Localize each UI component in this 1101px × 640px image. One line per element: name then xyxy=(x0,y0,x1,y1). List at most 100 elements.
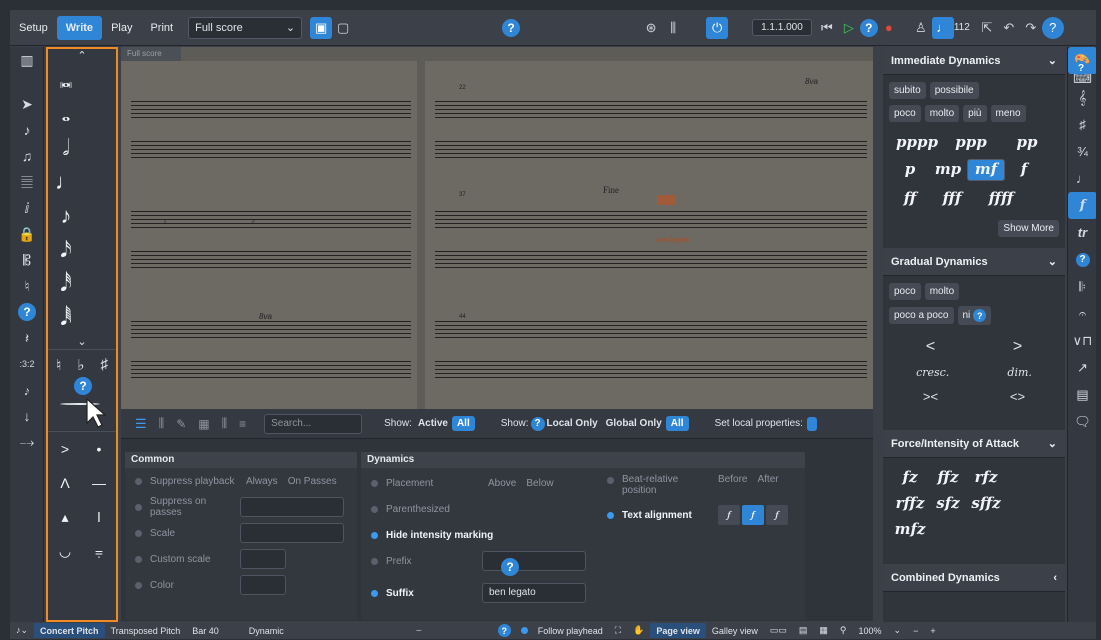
natural-icon[interactable]: ♮ xyxy=(56,356,61,374)
toggle-dot[interactable] xyxy=(135,503,142,511)
gradual-dynamics-header[interactable]: Gradual Dynamics ⌄ xyxy=(883,248,1065,276)
combined-header[interactable]: Combined Dynamics ‹ xyxy=(883,564,1065,592)
align-center-icon[interactable]: 𝆑 xyxy=(742,505,764,525)
tenuto-staccato-icon[interactable]: ⩦ xyxy=(82,534,116,568)
dyn-mp[interactable]: mp xyxy=(929,160,967,178)
dyn-pp[interactable]: pp xyxy=(999,133,1055,151)
record-icon[interactable]: ● xyxy=(878,17,900,39)
dyn-ff[interactable]: ff xyxy=(891,189,929,207)
immediate-dynamics-header[interactable]: Immediate Dynamics ⌄ xyxy=(883,47,1065,75)
tempo-icon[interactable]: ♩ xyxy=(1068,165,1096,192)
transposed-pitch-toggle[interactable]: Transposed Pitch xyxy=(105,623,187,638)
layout-select[interactable]: Full score ⌄ xyxy=(188,16,303,39)
toggle-dot[interactable] xyxy=(135,555,142,563)
breve-icon[interactable]: 𝅜 xyxy=(49,63,83,97)
staccato-icon[interactable]: • xyxy=(82,432,116,466)
frame-icon[interactable]: ⛶ xyxy=(609,623,627,638)
dyn-sfz[interactable]: sfz xyxy=(929,494,967,512)
bars-icon[interactable]: ⫼ xyxy=(159,416,165,431)
above-option[interactable]: Above xyxy=(482,478,522,489)
chip-possibile[interactable]: possibile xyxy=(929,82,979,99)
eighth-note-icon[interactable]: ♪ xyxy=(49,199,83,233)
dyn-ffz[interactable]: ffz xyxy=(929,468,967,486)
comment-icon[interactable]: 🗨 xyxy=(1068,408,1096,435)
messa-di-voce-icon[interactable]: >< xyxy=(923,389,938,404)
undo-icon[interactable]: ↶ xyxy=(998,17,1020,39)
chip-poco-a-poco[interactable]: poco a poco xyxy=(889,307,954,325)
cresc-text[interactable]: cresc. xyxy=(916,366,949,379)
cresc-hairpin-icon[interactable]: < xyxy=(926,338,935,356)
layout-icon[interactable]: ▤ xyxy=(793,623,814,638)
dyn-fff[interactable]: fff xyxy=(929,189,975,207)
insert-icon[interactable]: ♫ xyxy=(10,143,44,169)
toggle-dot[interactable] xyxy=(607,477,614,484)
note-icon[interactable]: ♪⌄ xyxy=(10,623,34,638)
follow-playhead-toggle[interactable]: Follow playhead xyxy=(532,623,609,638)
chord-icon[interactable]: 𝄚 xyxy=(10,169,44,195)
brush-icon[interactable]: ✎ xyxy=(176,417,186,431)
zoom-select-icon[interactable]: ⌄ xyxy=(888,623,908,638)
whole-note-icon[interactable]: 𝅝 xyxy=(49,97,83,131)
power-icon[interactable]: ⏻ xyxy=(706,16,729,39)
align-left-icon[interactable]: 𝆑 xyxy=(718,505,740,525)
chip-poco[interactable]: poco xyxy=(889,105,921,122)
grid-icon[interactable]: ▦ xyxy=(813,623,834,638)
popout-icon[interactable]: ⇱ xyxy=(976,17,998,39)
repeats-icon[interactable]: 𝄆 xyxy=(1068,273,1096,300)
palette-icon[interactable]: 🎨? xyxy=(1068,47,1096,75)
selected-dynamic[interactable] xyxy=(657,195,675,205)
toggle-dot[interactable] xyxy=(371,557,378,565)
dyn-mf[interactable]: mf xyxy=(967,159,1005,181)
page-view-toggle[interactable]: Page view xyxy=(650,623,706,638)
score-tab[interactable]: Full score xyxy=(121,47,181,61)
tempo-icon[interactable]: ♩ xyxy=(931,16,954,39)
window-icon[interactable]: ▢ xyxy=(332,17,354,39)
dim-text[interactable]: dim. xyxy=(1007,366,1032,379)
toggle-dot[interactable] xyxy=(135,581,142,589)
set-local-toggle[interactable] xyxy=(806,416,817,431)
toggle-dot[interactable] xyxy=(135,477,142,485)
chip-piu[interactable]: più xyxy=(963,105,987,122)
ratio-icon[interactable]: :3:2 xyxy=(10,351,44,377)
grace-note-icon[interactable]: 𝆔 xyxy=(10,377,44,403)
stress-icon[interactable]: ǀ xyxy=(82,500,116,534)
local-only-option[interactable]: Local Only xyxy=(547,418,598,429)
32nd-note-icon[interactable]: 𝅘𝅥𝅰 xyxy=(49,267,83,301)
before-option[interactable]: Before xyxy=(712,474,753,485)
lock-icon[interactable]: 🔒 xyxy=(10,221,44,247)
64th-note-icon[interactable]: 𝅘𝅥𝅱 xyxy=(49,301,83,335)
dynamics-icon[interactable]: f xyxy=(1068,192,1096,219)
dyn-rffz[interactable]: rffz xyxy=(891,494,929,512)
color-field[interactable] xyxy=(240,575,286,595)
chip-molto[interactable]: molto xyxy=(924,105,960,122)
video-icon[interactable]: ⊛ xyxy=(640,17,662,39)
spread-icon[interactable]: ▭▭ xyxy=(764,623,793,638)
chevron-up-icon[interactable]: ⌃ xyxy=(48,49,116,63)
dyn-fz[interactable]: fz xyxy=(891,468,929,486)
niente-hairpin-icon[interactable]: <> xyxy=(1010,389,1025,404)
quarter-note-icon[interactable]: ♩ xyxy=(49,165,83,199)
select-tool-icon[interactable]: ➤ xyxy=(10,91,44,117)
key-signature-icon[interactable]: ♯ xyxy=(1068,111,1096,138)
slash-icon[interactable]: ⤍ xyxy=(10,429,44,455)
sixteenth-note-icon[interactable]: 𝅘𝅥𝅯 xyxy=(49,233,83,267)
list-icon[interactable]: ☰ xyxy=(135,416,147,432)
help-icon[interactable]: ? xyxy=(1041,16,1064,39)
keyboard-icon[interactable]: ⌨ xyxy=(1068,71,1096,86)
stem-icon[interactable]: ↓ xyxy=(10,403,44,429)
notations-icon[interactable]: ♮ xyxy=(10,273,44,299)
time-signature-icon[interactable]: ¾ xyxy=(1068,138,1096,165)
concert-pitch-toggle[interactable]: Concert Pitch xyxy=(34,623,105,638)
toggle-dot-on[interactable] xyxy=(371,531,378,539)
note-input-icon[interactable]: ♪ xyxy=(10,117,44,143)
chip-poco[interactable]: poco xyxy=(889,283,921,300)
force-header[interactable]: Force/Intensity of Attack ⌄ xyxy=(883,430,1065,458)
follow-dot[interactable] xyxy=(520,627,528,634)
toggle-dot[interactable] xyxy=(371,505,378,513)
chip-molto[interactable]: molto xyxy=(924,283,960,300)
mode-write[interactable]: Write xyxy=(56,15,103,40)
toggle-dot-on[interactable] xyxy=(607,511,614,519)
clef-icon[interactable]: 𝄡 xyxy=(10,247,44,273)
new-tab-icon[interactable]: ▣ xyxy=(310,16,333,39)
chevron-down-icon[interactable]: ⌄ xyxy=(48,335,116,349)
